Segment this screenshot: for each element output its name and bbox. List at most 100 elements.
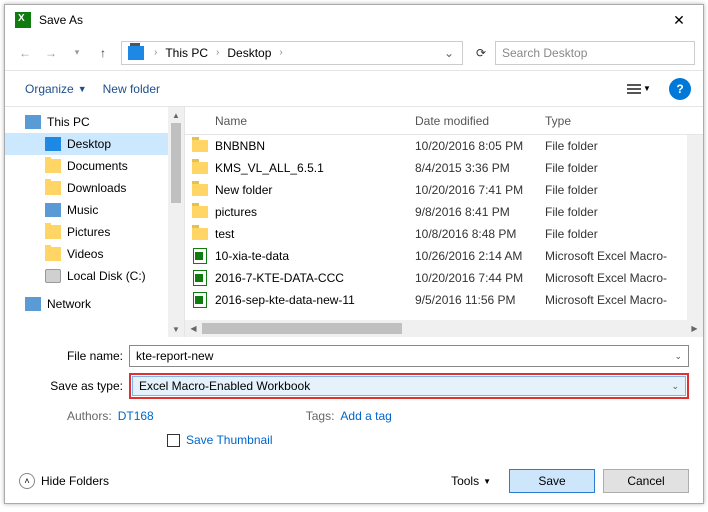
file-row[interactable]: KMS_VL_ALL_6.5.18/4/2015 3:36 PMFile fol… <box>185 157 703 179</box>
sidebar-item-videos[interactable]: Videos <box>5 243 184 265</box>
folder-icon <box>45 159 61 173</box>
v-scrollbar[interactable] <box>687 135 703 320</box>
sidebar-item-documents[interactable]: Documents <box>5 155 184 177</box>
file-date: 10/8/2016 8:48 PM <box>415 227 545 241</box>
chevron-up-icon: ˄ <box>19 473 35 489</box>
breadcrumb[interactable]: › This PC › Desktop › ⌄ <box>121 41 463 65</box>
back-button[interactable]: ← <box>13 41 37 65</box>
save-button[interactable]: Save <box>509 469 595 493</box>
sidebar-item-network[interactable]: Network <box>5 293 184 315</box>
saveas-type-input[interactable]: Excel Macro-Enabled Workbook ⌄ <box>129 373 689 399</box>
sidebar-item-pictures[interactable]: Pictures <box>5 221 184 243</box>
scroll-thumb[interactable] <box>171 123 181 203</box>
chevron-down-icon[interactable]: ⌄ <box>671 381 679 392</box>
scroll-up-icon[interactable]: ▲ <box>168 107 184 123</box>
scroll-thumb[interactable] <box>202 323 402 334</box>
scroll-right-icon[interactable]: ▶ <box>686 324 703 333</box>
chevron-down-icon[interactable]: ⌄ <box>674 351 682 362</box>
network-icon <box>25 297 41 311</box>
save-thumbnail-checkbox[interactable] <box>167 434 180 447</box>
breadcrumb-drop[interactable]: ⌄ <box>438 46 460 60</box>
pc-icon <box>25 115 41 129</box>
file-row[interactable]: BNBNBN10/20/2016 8:05 PMFile folder <box>185 135 703 157</box>
file-date: 9/8/2016 8:41 PM <box>415 205 545 219</box>
file-row[interactable]: test10/8/2016 8:48 PMFile folder <box>185 223 703 245</box>
col-name[interactable]: Name <box>185 114 415 128</box>
file-row[interactable]: 10-xia-te-data10/26/2016 2:14 AMMicrosof… <box>185 245 703 267</box>
file-date: 10/20/2016 7:41 PM <box>415 183 545 197</box>
file-row[interactable]: New folder10/20/2016 7:41 PMFile folder <box>185 179 703 201</box>
file-name: KMS_VL_ALL_6.5.1 <box>215 161 415 175</box>
sidebar-item-downloads[interactable]: Downloads <box>5 177 184 199</box>
breadcrumb-root[interactable]: This PC <box>163 46 210 60</box>
list-icon <box>627 84 641 94</box>
organize-button[interactable]: Organize ▼ <box>17 78 95 100</box>
file-type: Microsoft Excel Macro- <box>545 271 703 285</box>
file-row[interactable]: pictures9/8/2016 8:41 PMFile folder <box>185 201 703 223</box>
file-date: 9/5/2016 11:56 PM <box>415 293 545 307</box>
close-button[interactable]: ✕ <box>659 6 699 34</box>
file-name: BNBNBN <box>215 139 415 153</box>
file-type: Microsoft Excel Macro- <box>545 293 703 307</box>
chevron-down-icon: ▼ <box>78 84 87 94</box>
chevron-right-icon: › <box>154 47 157 58</box>
sidebar-item-localdisk[interactable]: Local Disk (C:) <box>5 265 184 287</box>
col-type[interactable]: Type <box>545 114 703 128</box>
sidebar-item-thispc[interactable]: This PC <box>5 111 184 133</box>
up-button[interactable]: ↑ <box>91 41 115 65</box>
window-title: Save As <box>37 13 659 27</box>
file-name: 2016-7-KTE-DATA-CCC <box>215 271 415 285</box>
folder-icon <box>192 228 208 240</box>
excel-icon <box>15 12 31 28</box>
folder-icon <box>192 206 208 218</box>
file-type: File folder <box>545 183 703 197</box>
chevron-down-icon: ▼ <box>643 84 651 93</box>
saveas-label: Save as type: <box>19 379 129 393</box>
videos-icon <box>45 247 61 261</box>
help-button[interactable]: ? <box>669 78 691 100</box>
search-input[interactable]: Search Desktop <box>495 41 695 65</box>
file-name: pictures <box>215 205 415 219</box>
sidebar-item-music[interactable]: Music <box>5 199 184 221</box>
sidebar-scrollbar[interactable]: ▲ ▼ <box>168 107 184 337</box>
file-type: File folder <box>545 227 703 241</box>
filename-input[interactable]: kte-report-new ⌄ <box>129 345 689 367</box>
view-button[interactable]: ▼ <box>619 78 659 100</box>
file-row[interactable]: 2016-7-KTE-DATA-CCC10/20/2016 7:44 PMMic… <box>185 267 703 289</box>
folder-icon <box>192 184 208 196</box>
cancel-button[interactable]: Cancel <box>603 469 689 493</box>
drive-icon <box>45 269 61 283</box>
hide-folders-button[interactable]: ˄ Hide Folders <box>19 473 109 489</box>
chevron-right-icon: › <box>279 47 282 58</box>
footer: ˄ Hide Folders Tools ▼ Save Cancel <box>5 459 703 503</box>
refresh-button[interactable]: ⟳ <box>469 41 493 65</box>
tags-value[interactable]: Add a tag <box>340 409 391 423</box>
col-date[interactable]: Date modified <box>415 114 545 128</box>
pictures-icon <box>45 225 61 239</box>
file-list: Name Date modified Type BNBNBN10/20/2016… <box>185 107 703 337</box>
breadcrumb-loc[interactable]: Desktop <box>225 46 273 60</box>
new-folder-button[interactable]: New folder <box>95 78 168 100</box>
file-type: Microsoft Excel Macro- <box>545 249 703 263</box>
file-date: 10/26/2016 2:14 AM <box>415 249 545 263</box>
file-date: 8/4/2015 3:36 PM <box>415 161 545 175</box>
authors-value[interactable]: DT168 <box>118 409 154 423</box>
titlebar: Save As ✕ <box>5 5 703 35</box>
file-name: test <box>215 227 415 241</box>
sidebar-item-desktop[interactable]: Desktop <box>5 133 184 155</box>
excel-file-icon <box>193 248 207 264</box>
scroll-left-icon[interactable]: ◀ <box>185 324 202 333</box>
h-scrollbar[interactable]: ◀ ▶ <box>185 320 703 337</box>
file-type: File folder <box>545 161 703 175</box>
excel-file-icon <box>193 270 207 286</box>
sidebar: This PC Desktop Documents Downloads Musi… <box>5 107 185 337</box>
file-date: 10/20/2016 8:05 PM <box>415 139 545 153</box>
tools-button[interactable]: Tools ▼ <box>451 474 491 488</box>
file-row[interactable]: 2016-sep-kte-data-new-119/5/2016 11:56 P… <box>185 289 703 311</box>
scroll-down-icon[interactable]: ▼ <box>168 321 184 337</box>
save-thumbnail-label[interactable]: Save Thumbnail <box>186 433 273 447</box>
pc-icon <box>128 46 144 60</box>
recent-dropdown[interactable]: ▾ <box>65 41 89 65</box>
authors-label: Authors: <box>67 409 112 423</box>
forward-button[interactable]: → <box>39 41 63 65</box>
